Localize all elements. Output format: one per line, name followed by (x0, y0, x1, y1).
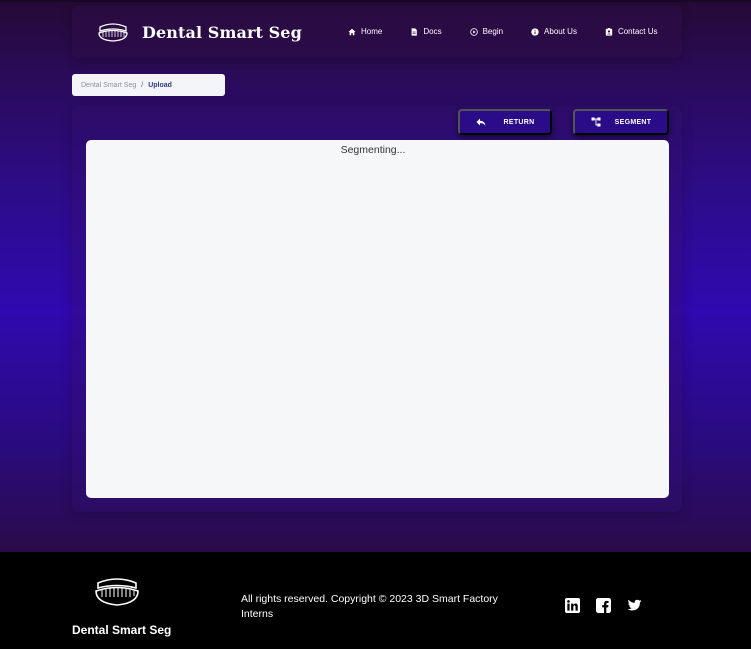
breadcrumb-current: Upload (148, 81, 172, 89)
segment-label: SEGMENT (614, 118, 652, 126)
brand[interactable]: Dental Smart Seg (96, 20, 302, 44)
facebook-icon[interactable] (596, 598, 611, 613)
nav-begin-label: Begin (482, 27, 504, 36)
nav-begin[interactable]: Begin (469, 27, 504, 36)
reply-arrow-icon (476, 118, 486, 126)
home-icon (348, 28, 356, 35)
nav-about[interactable]: About Us (531, 27, 577, 36)
footer-copyright: All rights reserved. Copyright © 2023 3D… (241, 593, 498, 620)
return-label: RETURN (503, 118, 535, 126)
breadcrumb: Dental Smart Seg / Upload (72, 74, 225, 96)
return-button[interactable]: RETURN (458, 109, 552, 135)
footer-brand-name: Dental Smart Seg (72, 623, 172, 637)
dentures-icon (98, 23, 128, 42)
nav-docs-label: Docs (423, 27, 442, 36)
top-edge (0, 0, 751, 2)
segmenting-status: Segmenting... (340, 144, 406, 156)
segmentation-viewer[interactable]: Segmenting... (86, 140, 669, 498)
social-links (565, 598, 658, 613)
nav-docs[interactable]: Docs (410, 27, 442, 36)
nav-about-label: About Us (544, 27, 577, 36)
nav-contact[interactable]: Contact Us (605, 27, 658, 36)
breadcrumb-separator: / (141, 81, 144, 89)
hierarchy-icon (591, 117, 601, 127)
twitter-icon[interactable] (627, 598, 642, 613)
document-icon (411, 27, 418, 36)
footer: Dental Smart Seg All rights reserved. Co… (0, 552, 751, 649)
breadcrumb-root[interactable]: Dental Smart Seg (81, 82, 136, 89)
brand-name: Dental Smart Seg (142, 22, 302, 42)
nav-home[interactable]: Home (348, 27, 382, 36)
nav-links: Home Docs Begin About Us Contact Us (348, 27, 658, 36)
dentures-icon (95, 578, 139, 606)
play-circle-icon (469, 27, 478, 36)
contact-card-icon (605, 27, 613, 36)
navbar: Dental Smart Seg Home Docs Begin About U… (72, 6, 682, 58)
nav-contact-label: Contact Us (617, 27, 658, 36)
nav-home-label: Home (361, 27, 383, 36)
info-icon (531, 27, 539, 36)
linkedin-icon[interactable] (565, 598, 580, 613)
segment-button[interactable]: SEGMENT (573, 109, 669, 135)
